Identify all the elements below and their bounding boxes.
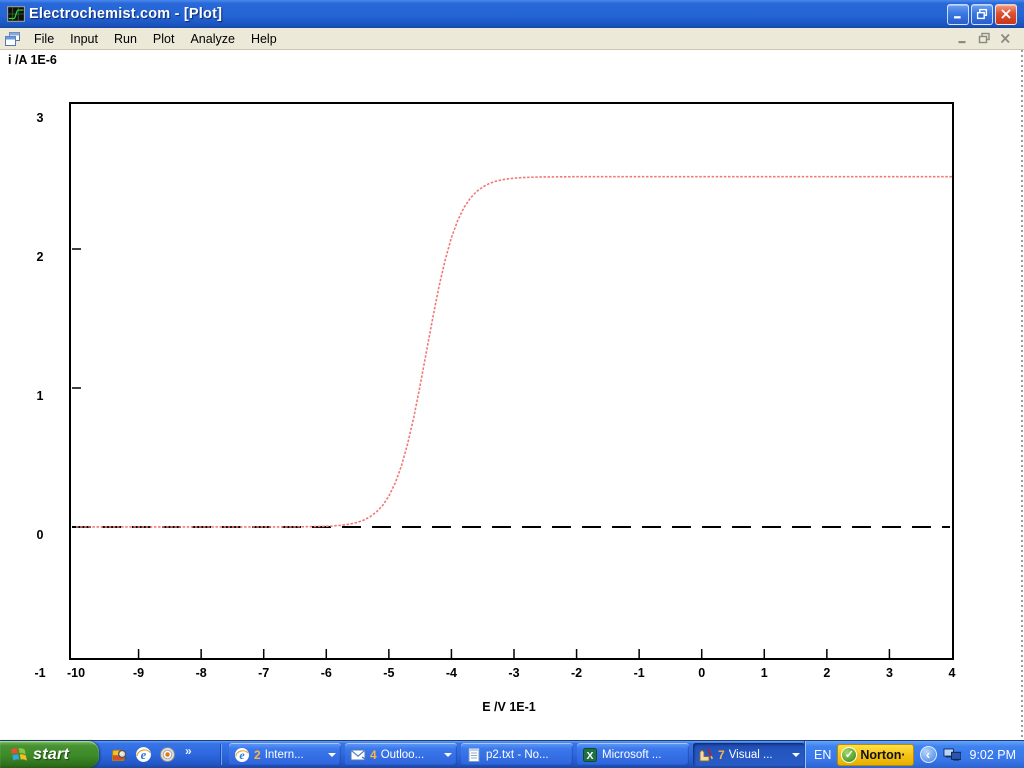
task-button-label: Outloo... <box>381 749 440 761</box>
x-tick-label: 4 <box>949 666 956 680</box>
x-tick-label: -3 <box>508 666 519 680</box>
norton-label: Norton· <box>860 748 905 762</box>
x-tick-label: -10 <box>67 666 85 680</box>
x-axis-title: E /V 1E-1 <box>482 700 536 714</box>
plot-frame <box>70 103 953 659</box>
internet-explorer-icon: e <box>234 747 250 763</box>
group-dropdown-arrow[interactable] <box>328 753 336 757</box>
visual-studio-icon <box>698 747 714 763</box>
menubar: File Input Run Plot Analyze Help <box>0 28 1024 50</box>
y-tick-label: 1 <box>37 389 44 403</box>
task-button-group: e2 Intern... 4 Outloo... p2.txt - No... X Micr… <box>225 741 805 768</box>
task-button-label: Visual ... <box>729 749 788 761</box>
menu-run[interactable]: Run <box>106 30 145 48</box>
menu-help[interactable]: Help <box>243 30 285 48</box>
tray-collapse-chevron[interactable]: ‹ <box>920 746 937 763</box>
x-tick-label: -4 <box>446 666 457 680</box>
child-minimize-button[interactable] <box>956 32 971 45</box>
y-tick-label: -1 <box>34 666 45 680</box>
group-count: 4 <box>370 748 377 762</box>
x-tick-label: -5 <box>383 666 394 680</box>
x-tick-label: -6 <box>321 666 332 680</box>
y-axis-title: i /A 1E-6 <box>8 53 57 67</box>
window-edge-dots <box>1021 50 1023 740</box>
windows-flag-icon <box>8 745 29 764</box>
outlook-icon <box>350 747 366 763</box>
media-player-icon[interactable] <box>159 746 176 763</box>
taskbar: start e » e2Intern...4Outloo...p2.txt - … <box>0 740 1024 768</box>
task-button-label: Intern... <box>265 749 324 761</box>
quick-launch-overflow-chevron[interactable]: » <box>185 744 192 758</box>
current-curve <box>76 177 952 527</box>
x-tick-label: 0 <box>698 666 705 680</box>
taskbar-button-3[interactable]: X Microsoft ... <box>577 743 689 766</box>
internet-explorer-icon[interactable]: e <box>135 746 152 763</box>
task-button-label: p2.txt - No... <box>486 749 568 761</box>
norton-badge[interactable]: ✓ Norton· <box>837 744 913 766</box>
excel-icon: X <box>582 747 598 763</box>
menu-analyze[interactable]: Analyze <box>182 30 242 48</box>
taskbar-button-4[interactable]: 7 Visual ... <box>693 743 805 766</box>
y-tick-label: 2 <box>37 250 44 264</box>
svg-text:X: X <box>586 750 593 762</box>
network-icon[interactable] <box>943 748 962 762</box>
y-tick-label: 0 <box>37 528 44 542</box>
close-button[interactable] <box>995 4 1017 25</box>
screen: Electrochemist.com - [Plot] File Input R… <box>0 0 1024 768</box>
menu-input[interactable]: Input <box>62 30 106 48</box>
x-tick-label: -7 <box>258 666 269 680</box>
minimize-button[interactable] <box>947 4 969 25</box>
mdi-child-window-icon[interactable] <box>4 31 21 47</box>
taskbar-button-2[interactable]: p2.txt - No... <box>461 743 573 766</box>
x-tick-label: 3 <box>886 666 893 680</box>
start-label: start <box>33 746 69 764</box>
plot-client-area: i /A 1E-6E /V 1E-1-10-9-8-7-6-5-4-3-2-10… <box>0 50 1024 740</box>
app-plot-grid-icon <box>7 5 25 23</box>
quick-launch-bar: e » <box>99 741 217 768</box>
group-count: 7 <box>718 748 725 762</box>
group-count: 2 <box>254 748 261 762</box>
x-tick-label: 2 <box>823 666 830 680</box>
start-button[interactable]: start <box>0 741 99 768</box>
norton-check-icon: ✓ <box>841 747 857 763</box>
titlebar: Electrochemist.com - [Plot] <box>0 0 1024 28</box>
restore-button[interactable] <box>971 4 993 25</box>
x-tick-label: -8 <box>196 666 207 680</box>
x-tick-label: 1 <box>761 666 768 680</box>
notepad-icon <box>466 747 482 763</box>
file-search-icon[interactable] <box>111 746 128 763</box>
x-tick-label: -9 <box>133 666 144 680</box>
x-tick-label: -2 <box>571 666 582 680</box>
menu-plot[interactable]: Plot <box>145 30 183 48</box>
taskbar-button-0[interactable]: e2 Intern... <box>229 743 341 766</box>
mdi-child-controls <box>956 32 1013 45</box>
clock: 9:02 PM <box>970 748 1017 762</box>
voltammogram-plot: i /A 1E-6E /V 1E-1-10-9-8-7-6-5-4-3-2-10… <box>0 50 1024 740</box>
system-tray: EN ✓ Norton· ‹ 9:02 PM <box>805 741 1024 768</box>
y-tick-label: 3 <box>37 111 44 125</box>
taskbar-button-1[interactable]: 4 Outloo... <box>345 743 457 766</box>
window-title: Electrochemist.com - [Plot] <box>29 6 947 22</box>
group-dropdown-arrow[interactable] <box>444 753 452 757</box>
task-button-label: Microsoft ... <box>602 749 684 761</box>
child-close-button[interactable] <box>998 32 1013 45</box>
menu-file[interactable]: File <box>26 30 62 48</box>
taskbar-separator <box>220 744 222 765</box>
child-restore-button[interactable] <box>977 32 992 45</box>
group-dropdown-arrow[interactable] <box>792 753 800 757</box>
x-tick-label: -1 <box>634 666 645 680</box>
language-indicator[interactable]: EN <box>814 748 831 762</box>
window-controls <box>947 4 1017 25</box>
